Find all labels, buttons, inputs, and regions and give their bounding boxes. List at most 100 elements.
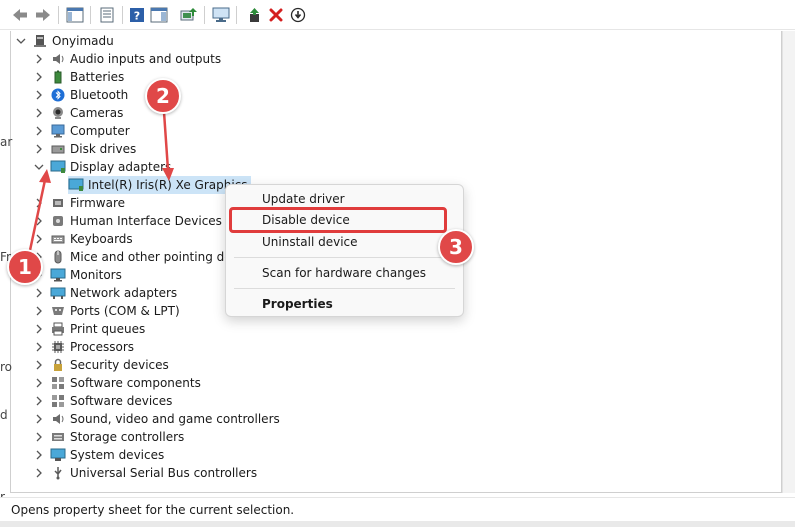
chevron-right-icon[interactable] [32,124,46,138]
tree-item-intel-iris-xe-graphics[interactable]: Intel(R) Iris(R) Xe Graphics [68,176,251,194]
background-text-fragment: d [0,408,8,422]
vertical-scrollbar[interactable] [782,31,795,493]
network-adapter-icon [50,285,66,301]
monitor-icon [50,267,66,283]
tree-item-security-devices[interactable]: Security devices [32,356,169,374]
toolbar: ? [0,0,795,30]
toolbar-separator [90,6,91,24]
chevron-right-icon[interactable] [32,466,46,480]
chevron-right-icon[interactable] [32,394,46,408]
tree-item-cameras[interactable]: Cameras [32,104,123,122]
update-driver-icon[interactable] [178,4,200,26]
chevron-right-icon[interactable] [32,286,46,300]
chevron-right-icon[interactable] [32,448,46,462]
tree-item-software-components[interactable]: Software components [32,374,201,392]
tree-item-system-devices[interactable]: System devices [32,446,164,464]
highlight-box-disable-device [229,207,447,233]
chevron-right-icon[interactable] [32,214,46,228]
tree-item-batteries[interactable]: Batteries [32,68,124,86]
forward-arrow-icon[interactable] [32,4,54,26]
software-device-icon [50,393,66,409]
chevron-right-icon[interactable] [32,196,46,210]
tree-item-print-queues[interactable]: Print queues [32,320,145,338]
tree-item-processors[interactable]: Processors [32,338,134,356]
menu-separator [234,257,455,258]
tree-item-universal-serial-bus-controllers[interactable]: Universal Serial Bus controllers [32,464,257,482]
storage-controller-icon [50,429,66,445]
mouse-icon [50,249,66,265]
tree-item-software-devices[interactable]: Software devices [32,392,172,410]
security-device-icon [50,357,66,373]
keyboard-icon [50,231,66,247]
tree-item-human-interface-devices[interactable]: Human Interface Devices [32,212,222,230]
properties-icon[interactable] [96,4,118,26]
back-arrow-icon[interactable] [9,4,31,26]
context-menu: Update driver Disable device Uninstall d… [225,184,464,317]
toolbar-separator [204,6,205,24]
status-bar: Opens property sheet for the current sel… [0,497,795,521]
computer-icon [32,33,48,49]
uninstall-device-icon[interactable] [265,4,287,26]
action-pane-icon[interactable] [148,4,170,26]
tree-root[interactable]: Onyimadu [14,32,114,50]
printer-icon [50,321,66,337]
menu-item-properties[interactable]: Properties [262,295,333,313]
chevron-right-icon[interactable] [32,358,46,372]
chevron-right-icon[interactable] [32,430,46,444]
usb-controller-icon [50,465,66,481]
tree-item-monitors[interactable]: Monitors [32,266,122,284]
tree-item-firmware[interactable]: Firmware [32,194,125,212]
toolbar-separator [122,6,123,24]
chevron-right-icon[interactable] [32,142,46,156]
tree-item-ports-com-lpt[interactable]: Ports (COM & LPT) [32,302,180,320]
tree-item-keyboards[interactable]: Keyboards [32,230,133,248]
tree-item-storage-controllers[interactable]: Storage controllers [32,428,184,446]
tree-item-disk-drives[interactable]: Disk drives [32,140,136,158]
port-icon [50,303,66,319]
annotation-badge-3: 3 [438,229,474,265]
hid-icon [50,213,66,229]
disable-device-icon[interactable] [287,4,309,26]
tree-item-audio-inputs-and-outputs[interactable]: Audio inputs and outputs [32,50,221,68]
firmware-icon [50,195,66,211]
tree-item-mice-and-other-pointing-devices[interactable]: Mice and other pointing devi [32,248,242,266]
tree-item-computer[interactable]: Computer [32,122,130,140]
display-adapter-icon [50,159,66,175]
chevron-right-icon[interactable] [32,70,46,84]
help-icon[interactable]: ? [126,4,148,26]
menu-item-uninstall-device[interactable]: Uninstall device [262,233,358,251]
processor-icon [50,339,66,355]
annotation-badge-2: 2 [145,78,181,114]
chevron-right-icon[interactable] [32,232,46,246]
chevron-right-icon[interactable] [32,304,46,318]
chevron-down-icon[interactable] [32,160,46,174]
tree-item-sound-video-and-game-controllers[interactable]: Sound, video and game controllers [32,410,280,428]
disk-drive-icon [50,141,66,157]
tree-item-network-adapters[interactable]: Network adapters [32,284,177,302]
chevron-right-icon[interactable] [32,88,46,102]
chevron-right-icon[interactable] [32,376,46,390]
background-text-fragment: ar [0,135,13,149]
toolbar-separator [236,6,237,24]
speaker-icon [50,51,66,67]
menu-item-scan-for-hardware-changes[interactable]: Scan for hardware changes [262,264,426,282]
chevron-down-icon[interactable] [14,34,28,48]
tree-item-display-adapters[interactable]: Display adapters [32,158,171,176]
camera-icon [50,105,66,121]
bluetooth-icon [50,87,66,103]
menu-item-update-driver[interactable]: Update driver [262,190,345,208]
system-device-icon [50,447,66,463]
chevron-right-icon[interactable] [32,322,46,336]
enable-device-icon[interactable] [243,4,265,26]
scan-hardware-icon[interactable] [210,4,232,26]
chevron-right-icon[interactable] [32,106,46,120]
chevron-right-icon[interactable] [32,412,46,426]
chevron-right-icon[interactable] [32,52,46,66]
chevron-right-icon[interactable] [32,340,46,354]
battery-icon [50,69,66,85]
show-hide-console-tree-icon[interactable] [64,4,86,26]
tree-item-bluetooth[interactable]: Bluetooth [32,86,128,104]
background-text-fragment: ro [0,360,13,374]
sound-controller-icon [50,411,66,427]
bottom-strip [0,521,795,527]
